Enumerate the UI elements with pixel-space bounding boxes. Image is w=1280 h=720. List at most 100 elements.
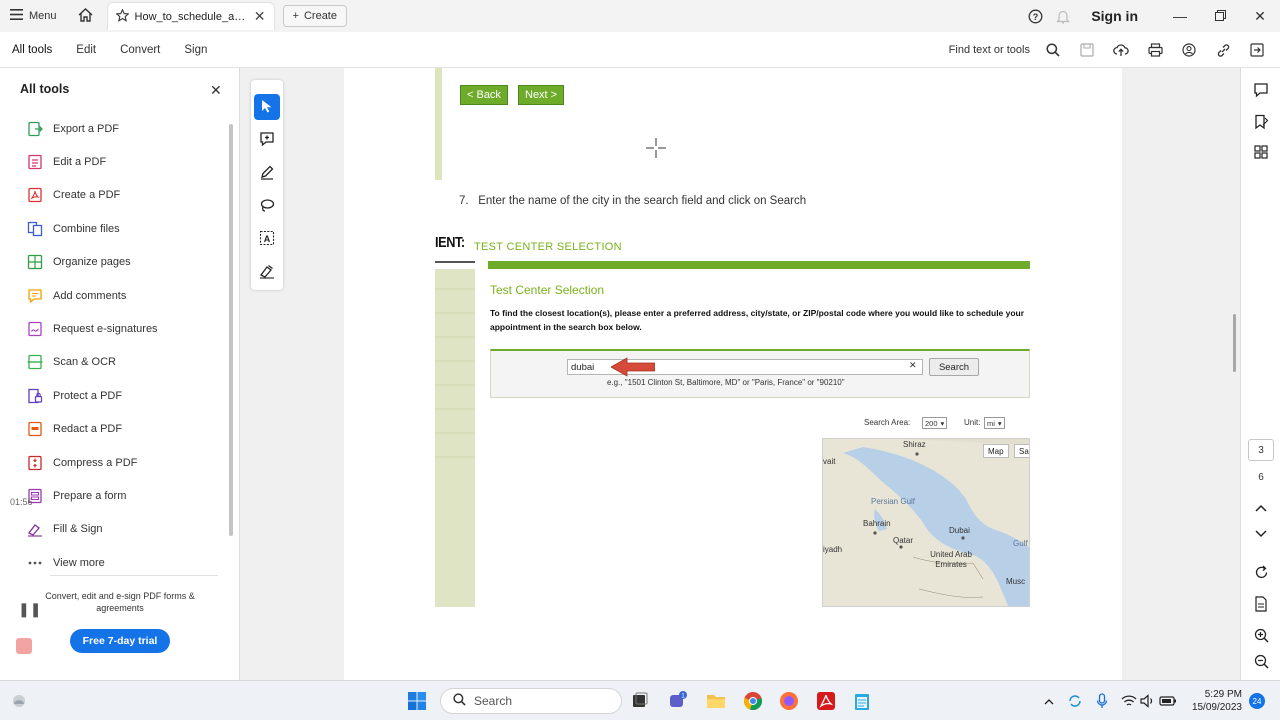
acrobat-icon[interactable] <box>815 690 837 712</box>
fullscreen-icon[interactable] <box>1240 32 1274 68</box>
task-view-icon[interactable] <box>629 690 651 712</box>
map-label: United Arab Emirates <box>930 550 972 569</box>
select-chevron-icon: ▾ <box>997 418 1002 428</box>
pause-icon[interactable]: ❚❚ <box>18 601 41 618</box>
comments-icon[interactable] <box>1251 80 1271 100</box>
quick-tools-strip: A <box>251 80 283 290</box>
menu-button[interactable]: Menu <box>0 0 67 32</box>
show-hidden-icons-chevron[interactable] <box>1038 690 1060 712</box>
stop-record-icon[interactable] <box>16 638 32 654</box>
draw-tool-button[interactable] <box>254 193 280 219</box>
zoom-in-icon[interactable] <box>1251 625 1271 645</box>
tool-item-label: Request e-signatures <box>53 323 158 336</box>
help-icon[interactable]: ? <box>1021 9 1049 24</box>
menu-convert[interactable]: Convert <box>108 32 172 68</box>
minimize-button[interactable]: — <box>1160 0 1200 32</box>
current-page-number[interactable]: 3 <box>1248 439 1274 461</box>
sign-in-button[interactable]: Sign in <box>1091 8 1138 24</box>
tool-item-scan-ocr[interactable]: Scan & OCR <box>0 346 226 379</box>
tool-item-edit-pdf[interactable]: Edit a PDF <box>0 145 226 178</box>
screenshot-sidebar <box>435 269 475 607</box>
plus-icon: + <box>292 10 299 22</box>
text-box-icon: A <box>259 230 275 249</box>
print-icon[interactable] <box>1138 32 1172 68</box>
satellite-mode-button: Sat <box>1014 444 1029 458</box>
zoom-out-icon[interactable] <box>1251 651 1271 671</box>
page-up-icon[interactable] <box>1251 498 1271 518</box>
taskbar-clock[interactable]: 5:29 PM 15/09/2023 <box>1184 688 1242 714</box>
battery-icon[interactable] <box>1157 690 1179 712</box>
document-scrollbar[interactable] <box>1233 314 1236 372</box>
page-doc-icon[interactable] <box>1251 594 1271 614</box>
chrome-icon[interactable] <box>742 690 764 712</box>
signature-pen-icon <box>259 263 275 282</box>
share-user-icon[interactable] <box>1172 32 1206 68</box>
bell-icon[interactable] <box>1049 9 1077 24</box>
create-button[interactable]: + Create <box>282 5 347 27</box>
pdf-page: < Back Next > 7. Enter the name of the c… <box>344 68 1122 680</box>
red-arrow-icon <box>611 357 655 377</box>
close-panel-icon[interactable]: ✕ <box>210 82 222 99</box>
sign-tool-button[interactable] <box>254 259 280 285</box>
tool-item-label: Add comments <box>53 289 127 302</box>
sync-icon[interactable] <box>1064 690 1086 712</box>
panel-heading: Test Center Selection <box>490 283 605 297</box>
panel-scrollbar[interactable] <box>229 124 233 536</box>
highlight-tool-button[interactable] <box>254 160 280 186</box>
screen-recorder-overlay: 01:56 ❚❚ <box>0 473 48 663</box>
teams-chat-icon[interactable]: 1 <box>667 690 689 712</box>
save-icon[interactable] <box>1070 32 1104 68</box>
section-header: TEST CENTER SELECTION <box>474 241 622 253</box>
menu-all-tools[interactable]: All tools <box>0 32 64 68</box>
search-icon[interactable] <box>1036 32 1070 68</box>
menubar-right: Find text or tools <box>949 32 1274 68</box>
refresh-icon[interactable] <box>1251 562 1271 582</box>
menu-edit[interactable]: Edit <box>64 32 108 68</box>
panel-instructions: To find the closest location(s), please … <box>490 308 1025 332</box>
notification-badge[interactable]: 24 <box>1249 693 1265 709</box>
restore-button[interactable] <box>1200 0 1240 32</box>
search-example: e.g., "1501 Clinton St, Baltimore, MD" o… <box>607 378 845 387</box>
tool-item-label: Scan & OCR <box>53 356 116 369</box>
free-trial-button[interactable]: Free 7-day trial <box>70 629 170 653</box>
tool-item-label: Compress a PDF <box>53 456 138 469</box>
menu-sign[interactable]: Sign <box>172 32 219 68</box>
map-controls: Search Area: 200 ▾ Unit: mi ▾ <box>822 417 1030 433</box>
find-text-label[interactable]: Find text or tools <box>949 44 1030 56</box>
upload-cloud-icon[interactable] <box>1104 32 1138 68</box>
microphone-icon[interactable] <box>1091 690 1113 712</box>
select-tool-button[interactable] <box>254 94 280 120</box>
volume-icon[interactable] <box>1137 690 1159 712</box>
notepad-icon[interactable] <box>851 690 873 712</box>
tool-item-protect-pdf[interactable]: Protect a PDF <box>0 379 226 412</box>
tool-item-label: Organize pages <box>53 256 131 269</box>
firefox-icon[interactable] <box>778 690 800 712</box>
text-tool-button[interactable]: A <box>254 226 280 252</box>
close-window-button[interactable]: ✕ <box>1240 0 1280 32</box>
tool-item-redact-pdf[interactable]: Redact a PDF <box>0 413 226 446</box>
thumbnails-grid-icon[interactable] <box>1251 142 1271 162</box>
windows-start-icon[interactable] <box>406 690 428 712</box>
taskbar-search-box[interactable]: Search <box>440 688 622 714</box>
comment-plus-icon <box>259 131 275 150</box>
tool-item-request-esignatures[interactable]: Request e-signatures <box>0 312 226 345</box>
tool-item-combine-files[interactable]: Combine files <box>0 212 226 245</box>
tool-item-organize-pages[interactable]: Organize pages <box>0 246 226 279</box>
add-comment-tool-button[interactable] <box>254 127 280 153</box>
file-explorer-icon[interactable] <box>705 690 727 712</box>
create-label: Create <box>303 10 337 22</box>
weather-widget-icon[interactable] <box>8 690 30 712</box>
star-icon[interactable] <box>114 7 130 25</box>
document-tab[interactable]: How_to_schedule_an_e... ✕ <box>106 2 275 30</box>
page-down-icon[interactable] <box>1251 524 1271 544</box>
bookmarks-icon[interactable] <box>1251 112 1271 132</box>
tool-item-create-pdf[interactable]: Create a PDF <box>0 179 226 212</box>
home-button[interactable] <box>73 4 99 28</box>
link-icon[interactable] <box>1206 32 1240 68</box>
clear-search-icon: ✕ <box>909 360 917 370</box>
map-view: Map Sat Shiraz vait Persian Gulf Bahrain… <box>822 438 1030 607</box>
tool-item-export-pdf[interactable]: Export a PDF <box>0 112 226 145</box>
map-label: Bahrain <box>863 519 891 528</box>
tool-item-add-comments[interactable]: Add comments <box>0 279 226 312</box>
close-tab-icon[interactable]: ✕ <box>254 8 266 25</box>
